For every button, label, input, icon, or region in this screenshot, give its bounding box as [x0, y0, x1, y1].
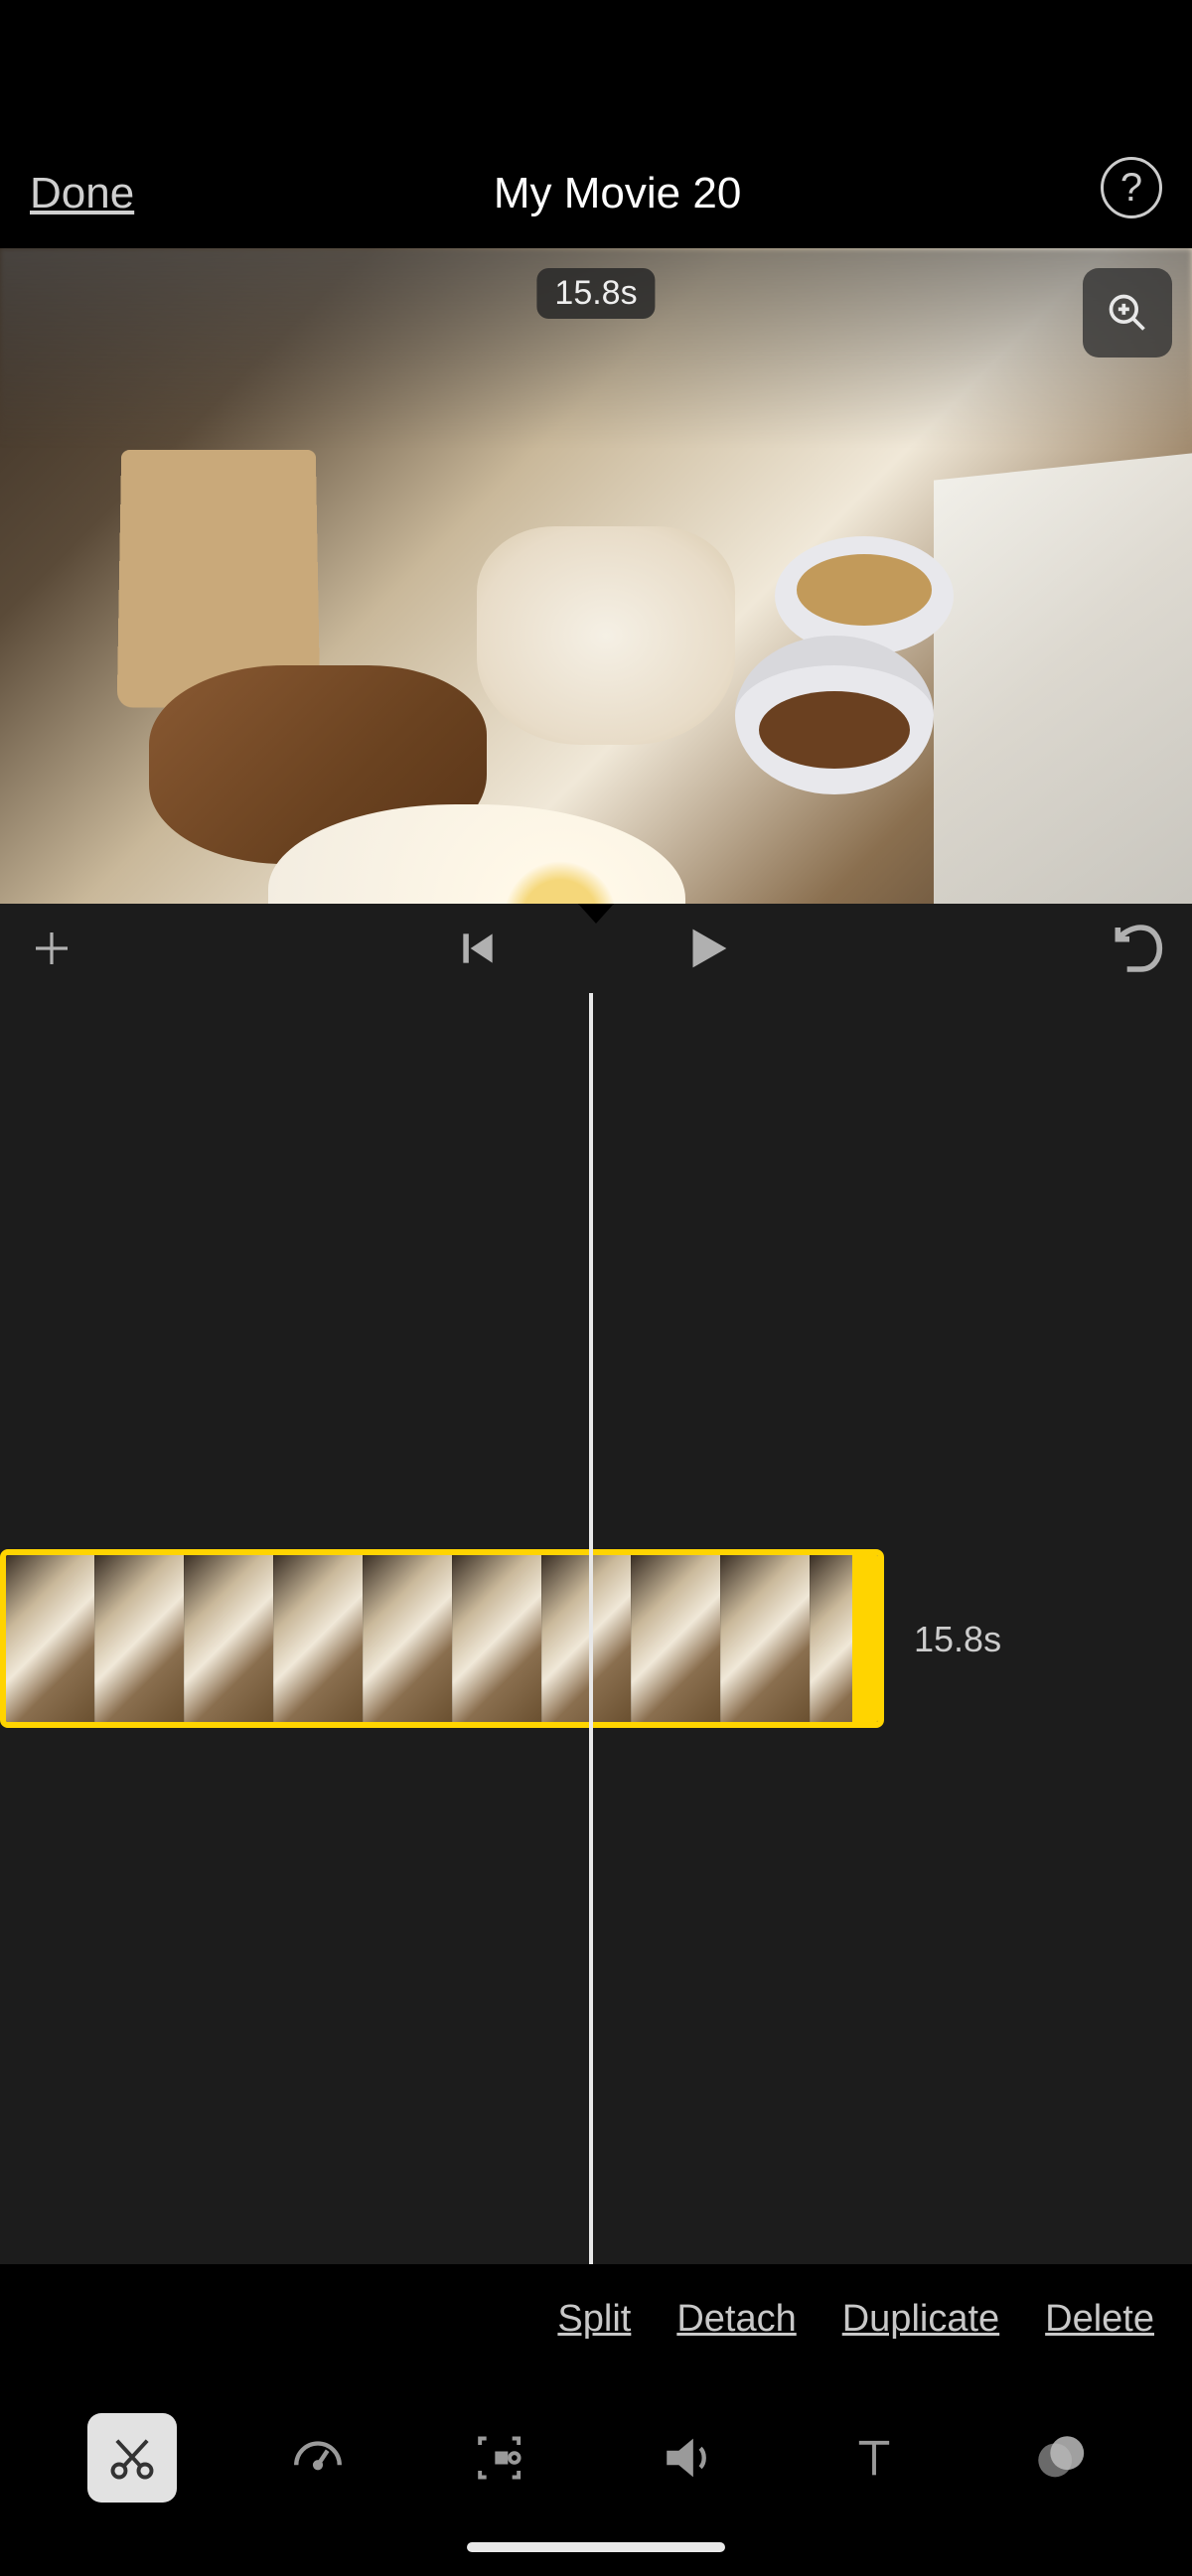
tool-bar [0, 2373, 1192, 2542]
zoom-button[interactable] [1083, 268, 1172, 358]
playhead[interactable] [589, 993, 593, 2264]
done-button[interactable]: Done [30, 169, 134, 218]
detach-button[interactable]: Detach [676, 2298, 796, 2341]
add-media-button[interactable] [28, 925, 75, 972]
playhead-notch-icon [578, 904, 614, 924]
titles-tool[interactable] [829, 2413, 919, 2503]
preview-time-badge: 15.8s [536, 268, 655, 319]
skip-to-start-button[interactable] [456, 927, 500, 970]
split-button[interactable]: Split [557, 2298, 631, 2341]
clip-actions: Split Detach Duplicate Delete [0, 2264, 1192, 2373]
playback-controls [0, 904, 1192, 993]
clip-end-handle[interactable] [852, 1555, 882, 1722]
help-button[interactable]: ? [1101, 157, 1162, 218]
undo-button[interactable] [1109, 921, 1164, 976]
crop-tool[interactable] [459, 2413, 548, 2503]
home-indicator[interactable] [467, 2542, 725, 2552]
video-preview[interactable]: 15.8s [0, 248, 1192, 904]
play-button[interactable] [678, 920, 736, 977]
clip-duration-label: 15.8s [914, 1619, 1001, 1660]
filters-tool[interactable] [1015, 2413, 1105, 2503]
duplicate-button[interactable]: Duplicate [842, 2298, 999, 2341]
timeline[interactable]: 15.8s [0, 993, 1192, 2264]
video-clip[interactable] [0, 1549, 884, 1728]
editor-header: Done My Movie 20 ? [0, 0, 1192, 248]
trim-tool[interactable] [87, 2413, 177, 2503]
preview-frame [0, 248, 1192, 904]
volume-tool[interactable] [644, 2413, 733, 2503]
project-title: My Movie 20 [494, 169, 741, 218]
speed-tool[interactable] [273, 2413, 363, 2503]
delete-button[interactable]: Delete [1045, 2298, 1154, 2341]
